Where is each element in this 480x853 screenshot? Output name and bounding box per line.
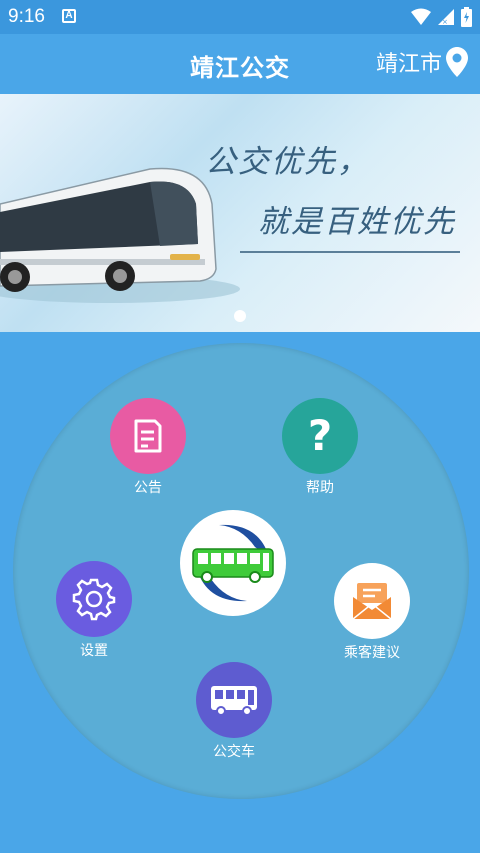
banner-slogan-line2: 就是百姓优先 [258,204,456,240]
help-label: 帮助 [306,480,334,496]
location-pin-icon [446,47,468,77]
mail-icon [352,583,392,620]
app-logo [180,510,286,616]
bus-label: 公交车 [213,744,255,760]
city-label: 靖江市 [375,52,442,77]
status-time: 9:16 [8,6,45,27]
help-button[interactable]: ? 帮助 [280,398,360,497]
app-bar: 靖江公交 靖江市 [0,34,480,94]
help-circle[interactable]: ? [282,398,358,474]
status-icons: × [411,7,472,27]
gear-icon [72,578,116,621]
carousel-indicator-dot[interactable] [234,310,246,322]
bus-button[interactable]: 公交车 [191,662,277,761]
bus-circle[interactable] [196,662,272,738]
signal-icon: × [438,9,454,26]
wifi-icon [411,8,431,25]
battery-icon [461,7,472,27]
bus-logo-icon [192,524,274,602]
suggestion-circle[interactable] [334,563,410,639]
status-bar: 9:16 A × [0,0,480,34]
announcement-label: 公告 [134,480,162,496]
document-icon [134,419,162,453]
settings-label: 设置 [80,643,108,659]
bus-photo [0,167,240,303]
banner-carousel[interactable]: 公交优先， 就是百姓优先 [0,94,480,332]
notification-a-icon: A [62,9,76,23]
settings-circle[interactable] [56,561,132,637]
settings-button[interactable]: 设置 [54,561,134,660]
bus-icon [211,686,257,716]
svg-text:×: × [442,18,448,26]
city-selector[interactable]: 靖江市 [376,46,468,78]
banner-slogan-line1: 公交优先， [205,144,370,180]
suggestion-button[interactable]: 乘客建议 [322,563,422,662]
announcement-button[interactable]: 公告 [108,398,188,497]
announcement-circle[interactable] [110,398,186,474]
question-icon: ? [307,411,333,460]
banner-divider [240,251,460,253]
suggestion-label: 乘客建议 [344,645,400,661]
